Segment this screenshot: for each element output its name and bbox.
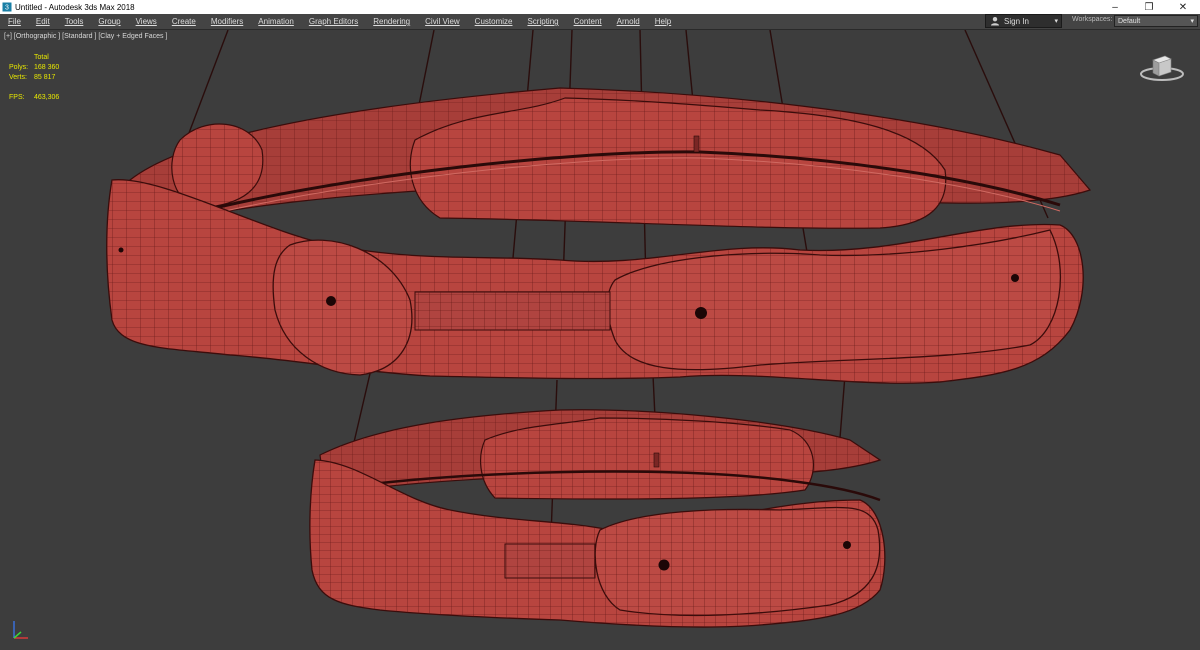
menu-item-edit[interactable]: Edit (32, 17, 54, 26)
stats-fps-label: FPS: (9, 94, 25, 101)
stats-verts-row: Verts: 85 817 (9, 73, 59, 83)
menu-item-customize[interactable]: Customize (471, 17, 517, 26)
menu-item-help[interactable]: Help (651, 17, 675, 26)
axis-tripod-icon (13, 621, 28, 639)
3dsmax-logo-icon: 3 (2, 2, 12, 12)
stats-polys-row: Polys: 168 360 (9, 63, 59, 73)
menu-item-content[interactable]: Content (570, 17, 606, 26)
menu-item-scripting[interactable]: Scripting (523, 17, 562, 26)
menu-item-create[interactable]: Create (168, 17, 200, 26)
menu-item-views[interactable]: Views (132, 17, 161, 26)
perspective-viewport[interactable]: [+] [Orthographic ] [Standard ] [Clay + … (0, 30, 1200, 650)
chevron-down-icon: ▾ (1190, 18, 1194, 25)
minimize-button[interactable]: – (1098, 0, 1132, 14)
sign-in-label: Sign In (1004, 16, 1029, 26)
menu-item-group[interactable]: Group (94, 17, 124, 26)
sign-in-button[interactable]: Sign In ▾ (985, 14, 1062, 28)
stats-verts-value: 85 817 (34, 74, 56, 81)
workspaces-label: Workspaces: (1072, 16, 1113, 23)
stats-total-header: Total (34, 54, 49, 61)
close-button[interactable]: ✕ (1166, 0, 1200, 14)
user-icon (991, 17, 999, 26)
stats-polys-label: Polys: (9, 64, 29, 71)
restore-button[interactable]: ❐ (1132, 0, 1166, 14)
svg-text:3: 3 (5, 5, 9, 12)
window-title: Untitled - Autodesk 3ds Max 2018 (15, 2, 135, 12)
menu-item-modifiers[interactable]: Modifiers (207, 17, 247, 26)
viewport-label-menu[interactable]: [+] [Orthographic ] [Standard ] [Clay + … (4, 33, 167, 40)
workspaces-value: Default (1118, 17, 1141, 25)
menu-item-animation[interactable]: Animation (254, 17, 298, 26)
stats-verts-label: Verts: (9, 74, 27, 81)
menu-item-civil-view[interactable]: Civil View (421, 17, 464, 26)
menu-item-arnold[interactable]: Arnold (613, 17, 644, 26)
title-bar: 3 Untitled - Autodesk 3ds Max 2018 – ❐ ✕ (0, 0, 1200, 14)
menu-item-file[interactable]: File (4, 17, 25, 26)
stats-fps-row: FPS: 463,306 (9, 93, 59, 103)
menu-item-rendering[interactable]: Rendering (369, 17, 414, 26)
menu-item-tools[interactable]: Tools (61, 17, 88, 26)
workspaces-dropdown[interactable]: Default ▾ (1114, 15, 1198, 27)
viewport-statistics: Total Polys: 168 360 Verts: 85 817 FPS: … (9, 53, 59, 103)
chevron-down-icon: ▾ (1054, 18, 1058, 25)
stats-fps-value: 463,306 (34, 94, 60, 101)
menu-item-graph-editors[interactable]: Graph Editors (305, 17, 362, 26)
chandelier-model[interactable] (0, 30, 1200, 650)
viewcube-icon[interactable] (1137, 50, 1187, 84)
stats-polys-value: 168 360 (34, 64, 60, 71)
